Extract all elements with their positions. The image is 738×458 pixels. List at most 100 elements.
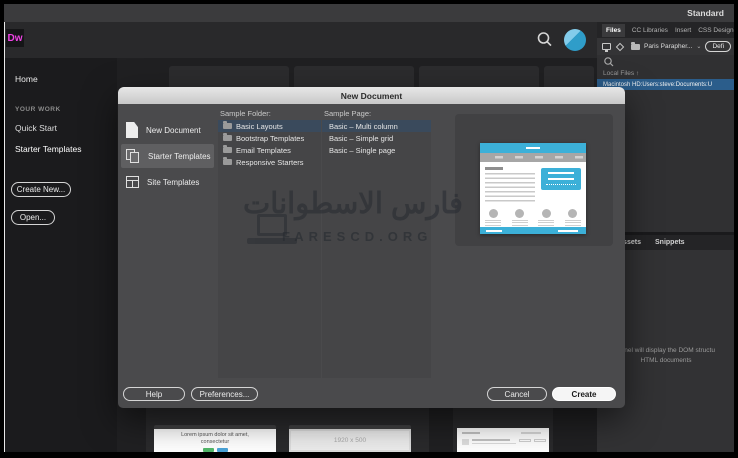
category-label: Starter Templates [148,152,211,161]
folder-icon [223,123,232,129]
site-templates-icon [126,176,139,188]
sample-page-item[interactable]: Basic – Multi column [322,120,431,132]
sample-folder-item-label: Basic Layouts [236,122,283,131]
template-preview-thumbnail [480,143,586,234]
dom-message-line1: panel will display the DOM structu [617,347,715,354]
sample-folder-label: Sample Folder: [220,109,271,118]
preview-header-bar [480,143,586,153]
dreamweaver-logo-text: Dw [8,33,23,44]
preview-cta-box [541,168,581,190]
sample-page-item-label: Basic – Simple grid [329,134,393,143]
site-dropdown[interactable]: Paris Parapher... [644,43,692,50]
sample-folder-item-label: Responsive Starters [236,158,304,167]
folder-icon [223,159,232,165]
template-card[interactable] [419,66,539,88]
files-toolbar: Paris Parapher... ⌄ Defi [597,38,734,55]
sample-page-label: Sample Page: [324,109,371,118]
dialog-title-bar[interactable]: New Document [118,87,625,104]
tab-cc-libraries[interactable]: CC Libraries [632,27,668,34]
thumbnail-blue-button [217,448,228,452]
template-thumbnail-lorem[interactable]: Lorem ipsum dolor sit amet, consectetur [154,425,276,452]
dialog-title: New Document [341,91,402,101]
template-card[interactable] [169,66,289,88]
document-icon [126,122,138,138]
deco-line [462,432,480,434]
open-button[interactable]: Open... [11,210,55,225]
thumbnail-body: 1920 x 500 [289,429,411,452]
sample-folder-item[interactable]: Responsive Starters [218,156,321,168]
preview-heading-line [485,167,503,170]
screenshot-root: Standard Dw Home YOUR WORK Quick Start S… [0,0,738,458]
thumbnail-text-line2: consectetur [201,439,229,445]
connect-server-icon[interactable] [602,43,611,50]
sidebar-item-starter-templates[interactable]: Starter Templates [15,144,81,154]
sample-page-list: Basic – Multi column Basic – Simple grid… [322,120,431,378]
dreamweaver-logo[interactable]: Dw [6,29,24,47]
preview-feature [512,209,528,226]
preview-feature-row [480,209,586,226]
deco-line [521,432,541,434]
sample-page-item[interactable]: Basic – Simple grid [322,132,431,144]
template-thumbnail-email[interactable] [457,428,549,452]
folder-icon [223,147,232,153]
sidebar-section-your-work: YOUR WORK [15,106,61,113]
preview-text-lines [485,173,535,203]
tab-files[interactable]: Files [602,24,625,37]
define-button[interactable]: Defi [705,41,731,52]
chevron-down-icon[interactable]: ⌄ [696,43,701,50]
sample-folder-item[interactable]: Basic Layouts [218,120,321,132]
thumbnail-text: Lorem ipsum dolor sit amet, consectetur [154,429,276,446]
sample-folder-item[interactable]: Email Templates [218,144,321,156]
search-icon[interactable] [535,30,555,50]
preview-feature [485,209,501,226]
panel-tab-bar: Files CC Libraries Insert CSS Designer [597,22,734,38]
thumbnail-text-line1: Lorem ipsum dolor sit amet, [181,432,249,438]
thumbnail-body: Lorem ipsum dolor sit amet, consectetur [154,429,276,452]
starter-templates-icon [126,149,140,164]
preview-content [480,162,586,209]
deco-block [462,439,469,445]
files-search-icon[interactable] [603,56,615,68]
git-icon[interactable] [616,42,624,50]
template-card[interactable] [544,66,594,88]
dialog-body: New Document Starter Templates Site Temp… [118,104,625,408]
cancel-button[interactable]: Cancel [487,387,547,401]
banner-size-text: 1920 x 500 [334,437,366,444]
app-header: Dw [5,22,597,58]
deco-line [472,443,516,444]
preferences-button[interactable]: Preferences... [191,387,258,401]
category-starter-templates[interactable]: Starter Templates [121,144,214,168]
deco-pill [519,439,531,442]
sample-folder-item-label: Bootstrap Templates [236,134,304,143]
deco-line [472,439,510,441]
create-new-button[interactable]: Create New... [11,182,71,197]
category-site-templates[interactable]: Site Templates [121,170,214,194]
site-folder-icon [631,44,640,50]
tab-insert[interactable]: Insert [675,27,691,34]
workspace-mode-bar: Standard [4,4,734,22]
sample-folder-list: Basic Layouts Bootstrap Templates Email … [218,120,321,378]
preview-footer-bar [480,227,586,234]
tab-snippets[interactable]: Snippets [655,239,685,246]
files-search-row [597,55,734,68]
category-label: New Document [146,126,201,135]
sample-folder-item[interactable]: Bootstrap Templates [218,132,321,144]
template-thumbnail-banner[interactable]: 1920 x 500 [289,425,411,452]
create-button[interactable]: Create [552,387,616,401]
template-card[interactable] [294,66,414,88]
deco-pill [534,439,546,442]
sample-folder-item-label: Email Templates [236,146,291,155]
tab-css-designer[interactable]: CSS Designer [698,27,734,34]
sample-page-item[interactable]: Basic – Single page [322,144,431,156]
new-document-dialog: New Document New Document Starter Templa… [118,87,625,408]
dialog-button-row: Help Preferences... Cancel Create [118,387,625,401]
thumbnail-green-button [203,448,214,452]
template-preview-panel [455,114,613,246]
sidebar-item-quick-start[interactable]: Quick Start [15,123,57,133]
help-button[interactable]: Help [123,387,185,401]
workspace-mode-label[interactable]: Standard [687,8,724,18]
category-new-document[interactable]: New Document [121,118,214,142]
local-files-label[interactable]: Local Files ↑ [603,70,639,77]
user-avatar[interactable] [564,29,586,51]
sidebar-item-home[interactable]: Home [15,74,38,84]
